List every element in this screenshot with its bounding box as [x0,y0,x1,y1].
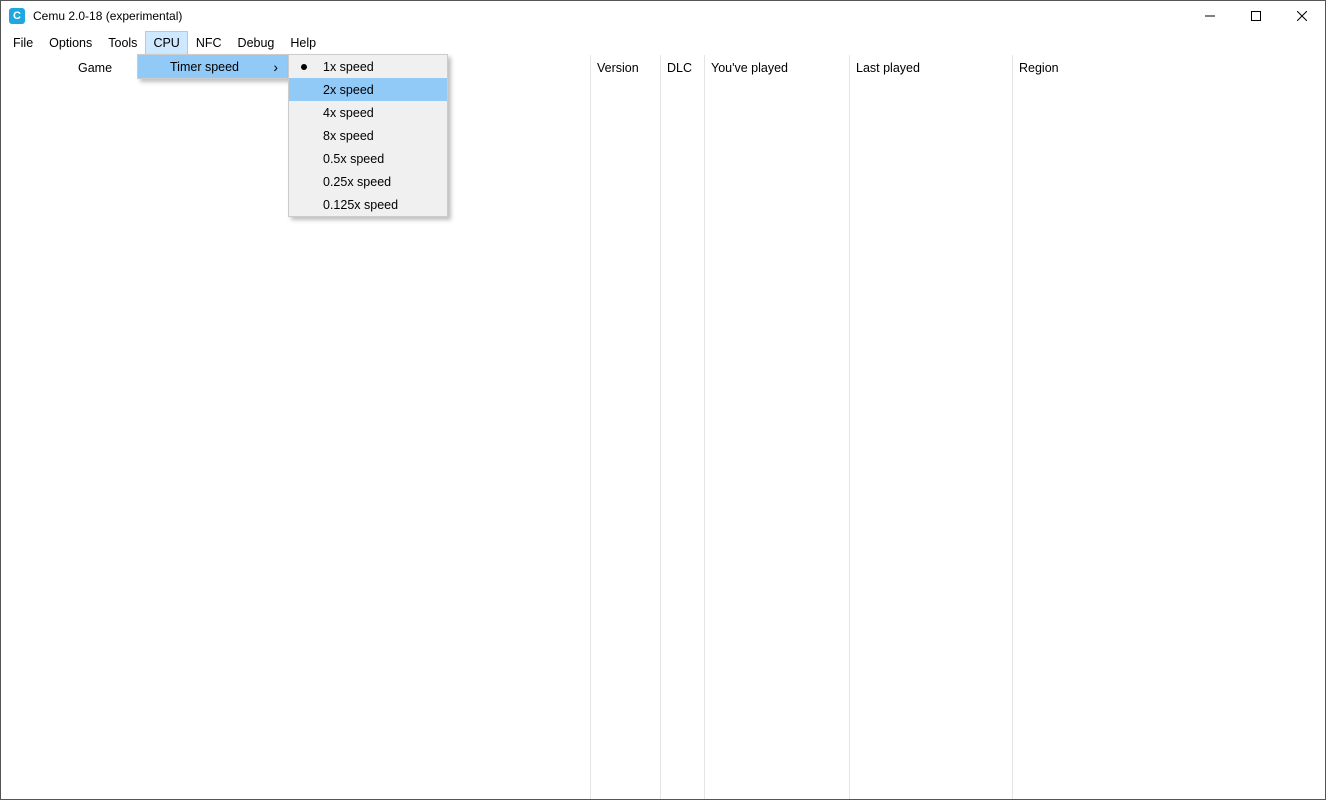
menu-tools[interactable]: Tools [100,31,145,55]
cpu-dropdown: Timer speed [137,54,289,79]
menu-help[interactable]: Help [282,31,324,55]
timer-speed-0-5x[interactable]: 0.5x speed [289,147,447,170]
timer-speed-dropdown: 1x speed 2x speed 4x speed 8x speed 0.5x… [288,54,448,217]
column-dlc[interactable]: DLC [661,55,705,80]
column-last-played[interactable]: Last played [850,55,1013,80]
menu-item-label: 0.125x speed [323,198,398,212]
timer-speed-2x[interactable]: 2x speed [289,78,447,101]
menu-item-label: 1x speed [323,60,374,74]
timer-speed-0-25x[interactable]: 0.25x speed [289,170,447,193]
timer-speed-1x[interactable]: 1x speed [289,55,447,78]
timer-speed-0-125x[interactable]: 0.125x speed [289,193,447,216]
menu-item-label: 8x speed [323,129,374,143]
menu-item-label: 2x speed [323,83,374,97]
menu-nfc[interactable]: NFC [188,31,230,55]
menu-item-label: 4x speed [323,106,374,120]
close-button[interactable] [1279,1,1325,31]
menu-item-label: 0.25x speed [323,175,391,189]
app-icon: C [9,8,25,24]
column-region[interactable]: Region [1013,55,1325,80]
maximize-button[interactable] [1233,1,1279,31]
column-youve-played[interactable]: You've played [705,55,850,80]
menu-file[interactable]: File [5,31,41,55]
radio-checked-icon [301,64,307,70]
timer-speed-8x[interactable]: 8x speed [289,124,447,147]
menu-cpu[interactable]: CPU [145,31,187,55]
game-list-body [1,80,1325,799]
titlebar: C Cemu 2.0-18 (experimental) [1,1,1325,31]
menu-debug[interactable]: Debug [230,31,283,55]
minimize-button[interactable] [1187,1,1233,31]
window-controls [1187,1,1325,31]
app-window: C Cemu 2.0-18 (experimental) File Option… [0,0,1326,800]
menubar: File Options Tools CPU NFC Debug Help [1,31,1325,55]
menu-options[interactable]: Options [41,31,100,55]
timer-speed-4x[interactable]: 4x speed [289,101,447,124]
menu-item-label: Timer speed [170,60,239,74]
cpu-menu-timer-speed[interactable]: Timer speed [138,55,288,78]
column-spacer [1,55,72,80]
window-title: Cemu 2.0-18 (experimental) [33,9,1187,23]
column-version[interactable]: Version [591,55,661,80]
menu-item-label: 0.5x speed [323,152,384,166]
